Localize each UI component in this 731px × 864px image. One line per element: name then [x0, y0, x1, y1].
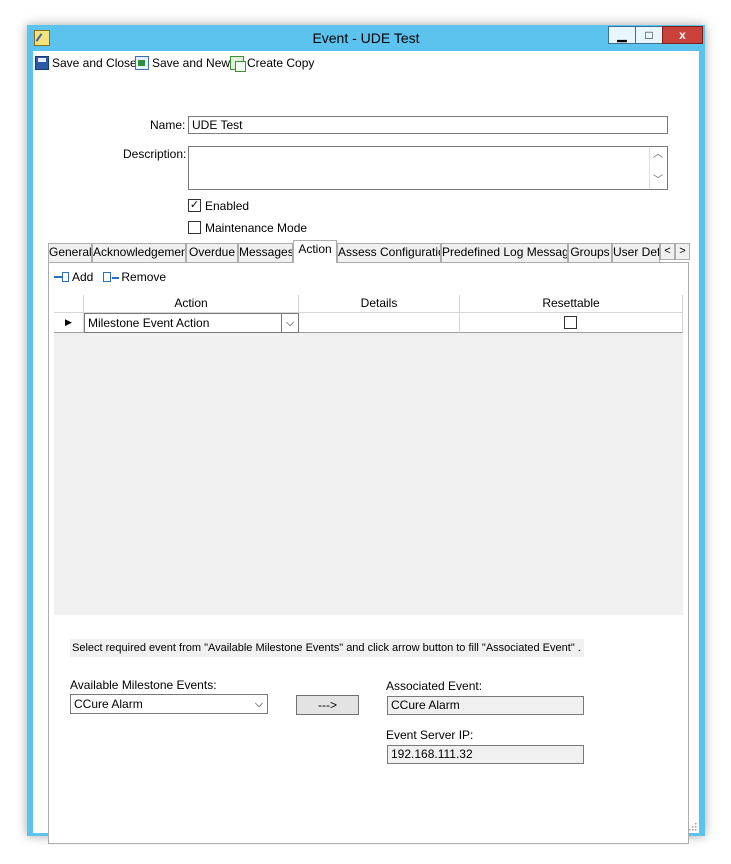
close-button[interactable]: x [662, 26, 703, 44]
actions-grid[interactable]: Action Details Resettable ▶ Milestone Ev… [54, 295, 683, 615]
row-header-corner [54, 295, 84, 313]
action-combo-value: Milestone Event Action [88, 316, 210, 330]
available-events-value: CCure Alarm [74, 697, 143, 711]
column-header-action[interactable]: Action [84, 295, 299, 313]
save-close-button[interactable]: Save and Close [35, 54, 137, 72]
scroll-up-icon[interactable]: ︿ [650, 147, 666, 163]
save-icon [35, 56, 49, 70]
available-events-select[interactable]: CCure Alarm ⌵ [70, 694, 268, 714]
minimize-button[interactable]: ▁ [608, 26, 636, 44]
tab-assess-configuration[interactable]: Assess Configuration [337, 243, 441, 262]
arrow-fill-button[interactable]: ---> [296, 695, 359, 715]
event-server-ip-label: Event Server IP: [386, 728, 474, 742]
description-input[interactable]: ︿ ﹀ [188, 146, 668, 190]
window-title: Event - UDE Test [312, 30, 420, 46]
toolbar: Save and Close Save and New Create Copy [33, 51, 699, 75]
remove-row-icon [103, 271, 120, 283]
enabled-checkbox[interactable]: ✓ [188, 199, 201, 212]
event-window: Event - UDE Test ▁ □ x Save and Close Sa… [27, 25, 705, 844]
name-input[interactable]: UDE Test [188, 116, 668, 134]
grid-toolbar: Add Remove [54, 268, 166, 286]
description-label: Description: [123, 147, 187, 161]
maintenance-mode-checkbox[interactable] [188, 221, 201, 234]
details-cell[interactable] [299, 313, 460, 333]
table-row[interactable]: Milestone Event Action ⌵ [84, 313, 299, 333]
create-copy-label: Create Copy [247, 56, 315, 70]
description-scrollbar[interactable]: ︿ ﹀ [649, 147, 667, 189]
tab-general[interactable]: General [48, 243, 92, 262]
remove-label: Remove [121, 270, 167, 284]
available-events-label: Available Milestone Events: [70, 678, 217, 692]
resettable-cell[interactable] [460, 313, 683, 333]
add-button[interactable]: Add [54, 270, 93, 284]
tab-predefined-log-messages[interactable]: Predefined Log Messages [441, 243, 568, 262]
event-server-ip-field[interactable]: 192.168.111.32 [387, 745, 584, 764]
tab-strip: General Acknowledgement Overdue Messages… [48, 240, 698, 263]
add-label: Add [72, 270, 94, 284]
resize-grip-icon[interactable] [687, 821, 697, 831]
instruction-text: Select required event from "Available Mi… [70, 639, 584, 657]
associated-event-field[interactable]: CCure Alarm [387, 696, 584, 715]
name-label: Name: [150, 118, 186, 132]
resettable-checkbox[interactable] [564, 316, 577, 329]
scroll-down-icon[interactable]: ﹀ [650, 173, 666, 189]
tab-action[interactable]: Action [293, 240, 337, 263]
action-tab-panel: Add Remove Action Details Resettable ▶ M… [48, 262, 689, 844]
action-combo[interactable]: Milestone Event Action ⌵ [84, 313, 299, 333]
associated-event-label: Associated Event: [386, 679, 483, 693]
tab-acknowledgement[interactable]: Acknowledgement [92, 243, 186, 262]
tab-scroll-right-icon[interactable]: > [675, 243, 690, 260]
add-row-icon [54, 271, 70, 283]
tab-messages[interactable]: Messages [238, 243, 293, 262]
description-text [189, 147, 667, 151]
create-copy-button[interactable]: Create Copy [230, 54, 314, 72]
tab-overdue[interactable]: Overdue [186, 243, 238, 262]
tab-scroll-left-icon[interactable]: < [660, 243, 675, 260]
title-bar[interactable]: Event - UDE Test ▁ □ x [27, 25, 705, 51]
column-header-details[interactable]: Details [299, 295, 460, 313]
window-client: Save and Close Save and New Create Copy … [33, 51, 699, 844]
tab-groups[interactable]: Groups [568, 243, 612, 262]
chevron-down-icon[interactable]: ⌵ [251, 695, 267, 713]
save-new-icon [135, 56, 149, 70]
save-close-label: Save and Close [52, 56, 137, 70]
maintenance-mode-label: Maintenance Mode [205, 221, 308, 235]
row-indicator-icon: ▶ [54, 313, 84, 333]
copy-icon [230, 56, 246, 72]
tab-user-defined[interactable]: User Def [612, 243, 660, 262]
save-new-label: Save and New [152, 56, 231, 70]
remove-button[interactable]: Remove [103, 270, 166, 284]
chevron-down-icon[interactable]: ⌵ [281, 314, 298, 332]
column-header-resettable[interactable]: Resettable [460, 295, 683, 313]
maximize-button[interactable]: □ [635, 26, 663, 44]
save-new-button[interactable]: Save and New [135, 54, 230, 72]
enabled-label: Enabled [205, 199, 250, 213]
